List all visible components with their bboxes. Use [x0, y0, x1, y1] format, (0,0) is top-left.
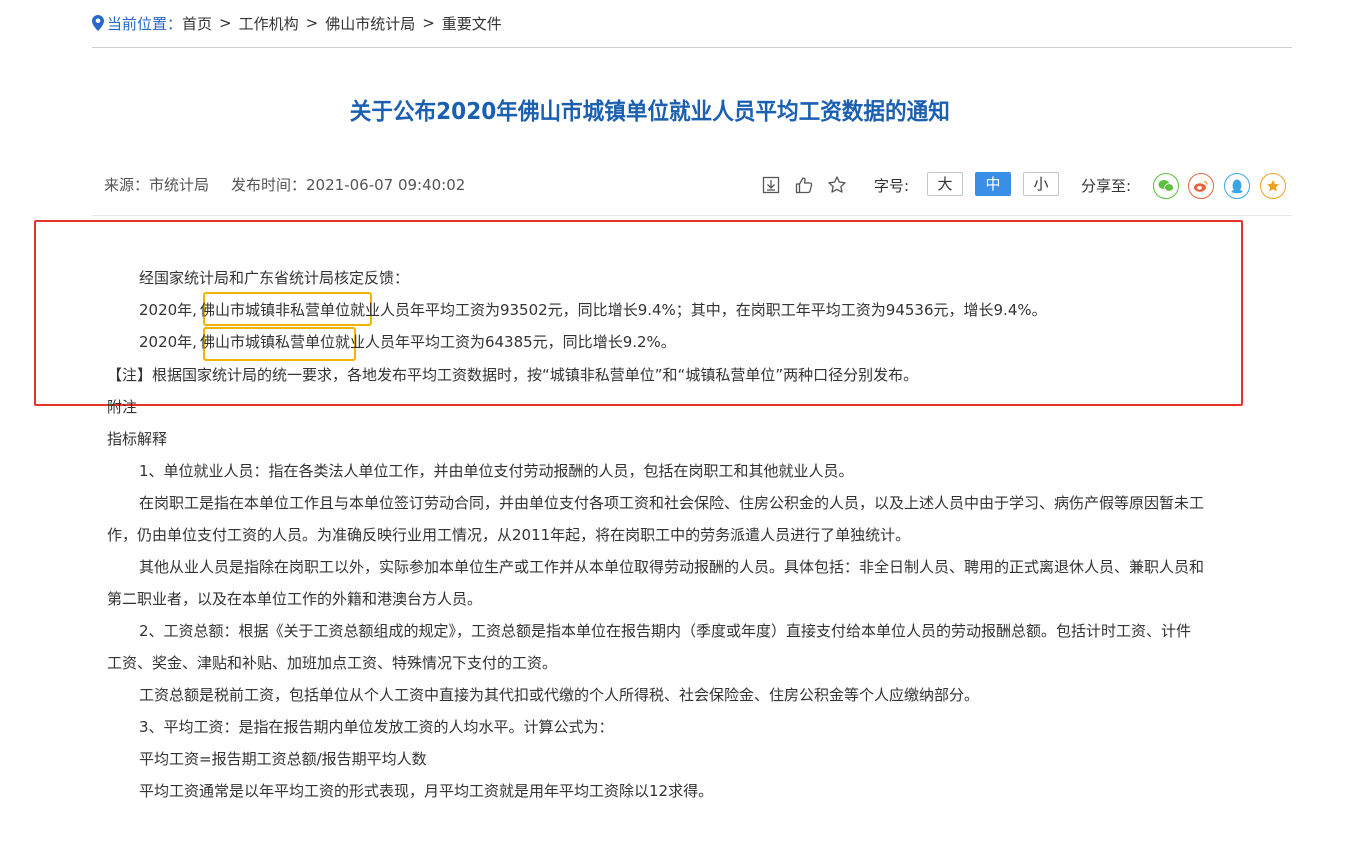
paragraph: 作，仍由单位支付工资的人员。为准确反映行业用工情况，从2011年起，将在岗职工中… — [107, 526, 911, 544]
qq-share-icon[interactable] — [1224, 173, 1250, 199]
paragraph-private: 2020年, 佛山市城镇私营单位就业人员年平均工资为64385元，同比增长9.2%… — [139, 333, 676, 351]
share-label: 分享至: — [1081, 177, 1132, 195]
breadcrumb-separator: > — [305, 14, 319, 32]
breadcrumb-home[interactable]: 首页 — [182, 13, 212, 34]
location-pin-icon — [92, 15, 104, 31]
paragraph: 其他从业人员是指除在岗职工以外，实际参加本单位生产或工作并从本单位取得劳动报酬的… — [139, 558, 1205, 576]
article-publish-time: 发布时间：2021-06-07 09:40:02 — [231, 176, 466, 194]
wechat-share-icon[interactable] — [1153, 173, 1179, 199]
paragraph: 工资总额是税前工资，包括单位从个人工资中直接为其代扣或代缴的个人所得税、社会保险… — [139, 686, 980, 704]
article-source: 来源：市统计局 — [104, 176, 210, 194]
thumbs-up-icon[interactable] — [794, 175, 814, 195]
weibo-icon — [1194, 180, 1208, 192]
breadcrumb-separator: > — [422, 14, 435, 32]
star-icon — [1267, 180, 1279, 192]
term-non-private-units: 佛山市城镇非私营单位 — [199, 301, 350, 319]
breadcrumb-divider — [92, 47, 1292, 48]
paragraph: 工资、奖金、津贴和补贴、加班加点工资、特殊情况下支付的工资。 — [107, 654, 558, 672]
paragraph-non-private: 2020年, 佛山市城镇非私营单位就业人员年平均工资为93502元，同比增长9.4… — [139, 301, 1047, 319]
indicator-heading: 指标解释 — [107, 430, 168, 448]
article-title: 关于公布2020年佛山市城镇单位就业人员平均工资数据的通知 — [349, 99, 950, 125]
font-size-small-button[interactable]: 小 — [1023, 172, 1059, 196]
annex-heading: 附注 — [107, 398, 138, 416]
breadcrumb-agencies[interactable]: 工作机构 — [239, 13, 299, 34]
paragraph: 2、工资总额：根据《关于工资总额组成的规定》，工资总额是指本单位在报告期内（季度… — [139, 622, 1192, 640]
qzone-share-icon[interactable] — [1260, 173, 1286, 199]
breadcrumb: 当前位置： 首页 > 工作机构 > 佛山市统计局 > 重要文件 — [92, 12, 502, 34]
breadcrumb-stats-bureau[interactable]: 佛山市统计局 — [325, 13, 415, 34]
paragraph: 1、单位就业人员：指在各类法人单位工作，并由单位支付劳动报酬的人员，包括在岗职工… — [139, 462, 854, 480]
star-favorite-icon[interactable] — [827, 175, 847, 195]
weibo-share-icon[interactable] — [1188, 173, 1214, 199]
breadcrumb-lead: 当前位置： — [107, 14, 183, 33]
paragraph: 经国家统计局和广东省统计局核定反馈： — [139, 269, 410, 287]
paragraph: 3、平均工资：是指在报告期内单位发放工资的人均水平。计算公式为： — [139, 718, 614, 736]
font-size-large-button[interactable]: 大 — [927, 172, 963, 196]
font-size-medium-button[interactable]: 中 — [975, 172, 1011, 196]
term-private-units: 佛山市城镇私营单位 — [199, 333, 335, 351]
paragraph: 在岗职工是指在本单位工作且与本单位签订劳动合同，并由单位支付各项工资和社会保险、… — [139, 494, 1205, 512]
article-meta: 来源：市统计局 发布时间：2021-06-07 09:40:02 — [104, 174, 465, 195]
paragraph: 平均工资通常是以年平均工资的形式表现，月平均工资就是用年平均工资除以12求得。 — [139, 782, 714, 800]
save-icon[interactable] — [761, 175, 781, 195]
font-size-label: 字号: — [874, 177, 910, 195]
qq-penguin-icon — [1231, 179, 1243, 194]
wechat-icon — [1158, 180, 1174, 192]
formula: 平均工资=报告期工资总额/报告期平均人数 — [139, 750, 427, 768]
paragraph: 第二职业者，以及在本单位工作的外籍和港澳台方人员。 — [107, 590, 483, 608]
breadcrumb-important-docs[interactable]: 重要文件 — [442, 13, 502, 34]
note-paragraph: 【注】根据国家统计局的统一要求，各地发布平均工资数据时，按“城镇非私营单位”和“… — [107, 366, 919, 384]
meta-divider — [92, 215, 1292, 216]
breadcrumb-separator: > — [219, 14, 232, 32]
